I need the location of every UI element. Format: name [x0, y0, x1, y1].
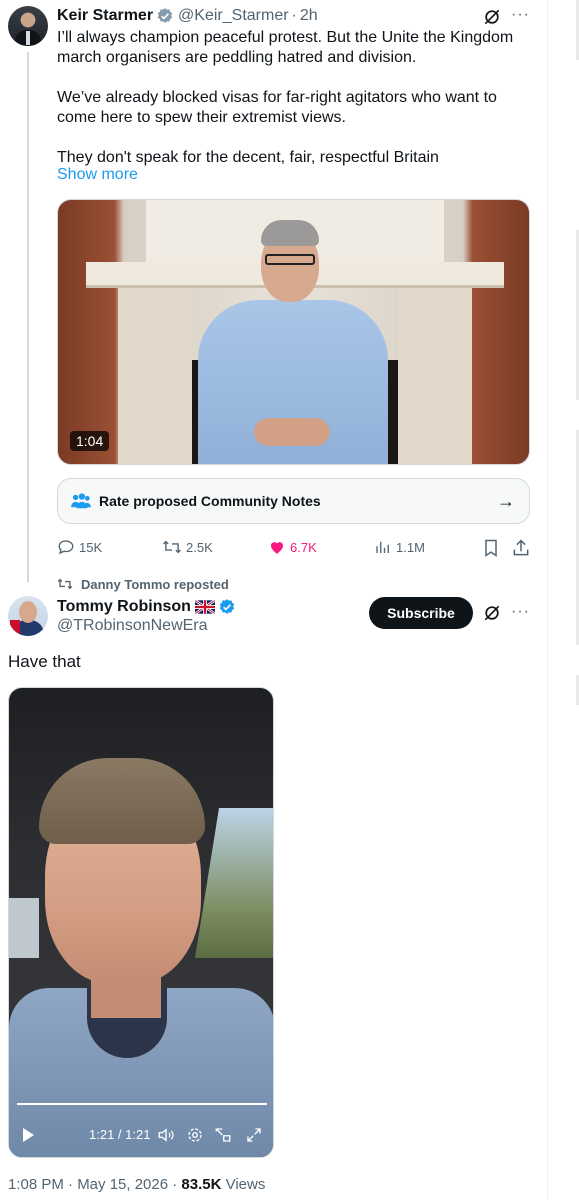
reposted-by[interactable]: Danny Tommo reposted — [57, 576, 229, 592]
tweet-paragraph: They don't speak for the decent, fair, r… — [57, 149, 439, 166]
video-controls: 1:21 / 1:21 — [9, 1124, 273, 1146]
grok-icon[interactable] — [482, 603, 502, 623]
separator-dot: · — [291, 7, 297, 24]
verified-badge-icon — [219, 599, 235, 614]
tweet-text: Have that — [8, 652, 81, 671]
analytics-icon — [376, 541, 389, 553]
timeline-border — [547, 0, 548, 1200]
volume-icon[interactable] — [157, 1126, 175, 1144]
arrow-right-icon: → — [497, 491, 515, 511]
verified-badge-icon — [157, 8, 173, 23]
author-handle[interactable]: @Keir_Starmer — [178, 7, 289, 25]
author-avatar[interactable] — [8, 596, 48, 636]
more-options-icon[interactable]: ··· — [511, 7, 530, 23]
thread-line — [27, 52, 29, 582]
views-count: 83.5K — [181, 1176, 222, 1193]
repost-action[interactable]: 2.5K — [162, 537, 213, 557]
reply-count: 15K — [79, 539, 103, 555]
tweet-video[interactable]: 1:04 — [57, 199, 530, 465]
video-time: 1:21 / 1:21 — [89, 1127, 151, 1142]
author-avatar[interactable] — [8, 6, 48, 46]
author-handle[interactable]: @TRobinsonNewEra — [57, 617, 208, 635]
views-action[interactable]: 1.1M — [374, 537, 425, 557]
repost-icon — [163, 540, 181, 554]
tweet-time[interactable]: 2h — [300, 7, 318, 25]
tweet-video[interactable]: 1:21 / 1:21 — [8, 687, 274, 1158]
repost-small-icon — [57, 578, 73, 590]
bookmark-icon[interactable] — [481, 538, 501, 558]
author-name[interactable]: Tommy Robinson — [57, 598, 191, 616]
settings-gear-icon[interactable] — [186, 1126, 204, 1144]
grok-icon[interactable] — [482, 7, 502, 27]
tweet-header: Keir Starmer @Keir_Starmer · 2h — [57, 6, 318, 26]
tweet-meta: 1:08 PM · May 15, 2026 · 83.5K Views — [8, 1176, 265, 1193]
subscribe-button[interactable]: Subscribe — [369, 597, 473, 629]
repost-count: 2.5K — [186, 539, 213, 555]
reply-icon — [58, 540, 74, 555]
tweet-text: I’ll always champion peaceful protest. B… — [57, 28, 535, 168]
people-icon — [71, 493, 91, 509]
community-notes-label: Rate proposed Community Notes — [99, 493, 321, 509]
reply-action[interactable]: 15K — [57, 537, 102, 557]
uk-flag-icon — [194, 600, 215, 614]
heart-filled-icon — [271, 542, 283, 554]
views-count: 1.1M — [396, 539, 425, 555]
views-label: Views — [221, 1176, 266, 1193]
video-progress-bar[interactable] — [17, 1103, 267, 1105]
rate-community-notes-button[interactable]: Rate proposed Community Notes → — [57, 478, 530, 524]
author-name[interactable]: Keir Starmer — [57, 7, 153, 25]
like-count: 6.7K — [290, 539, 317, 555]
reposted-by-label: Danny Tommo reposted — [81, 576, 229, 592]
tweet-paragraph: I’ll always champion peaceful protest. B… — [57, 29, 514, 66]
share-icon[interactable] — [511, 538, 531, 558]
tweet-header: Tommy Robinson — [57, 597, 236, 617]
play-icon[interactable] — [23, 1128, 34, 1142]
more-options-icon[interactable]: ··· — [511, 604, 530, 620]
picture-in-picture-icon[interactable] — [214, 1126, 232, 1144]
like-action[interactable]: 6.7K — [268, 537, 317, 557]
fullscreen-icon[interactable] — [245, 1126, 263, 1144]
video-duration-badge: 1:04 — [70, 431, 110, 451]
tweet-timestamp[interactable]: 1:08 PM · May 15, 2026 · — [8, 1176, 181, 1193]
tweet-paragraph: We’ve already blocked visas for far-righ… — [57, 89, 497, 126]
show-more-link[interactable]: Show more — [57, 166, 138, 184]
